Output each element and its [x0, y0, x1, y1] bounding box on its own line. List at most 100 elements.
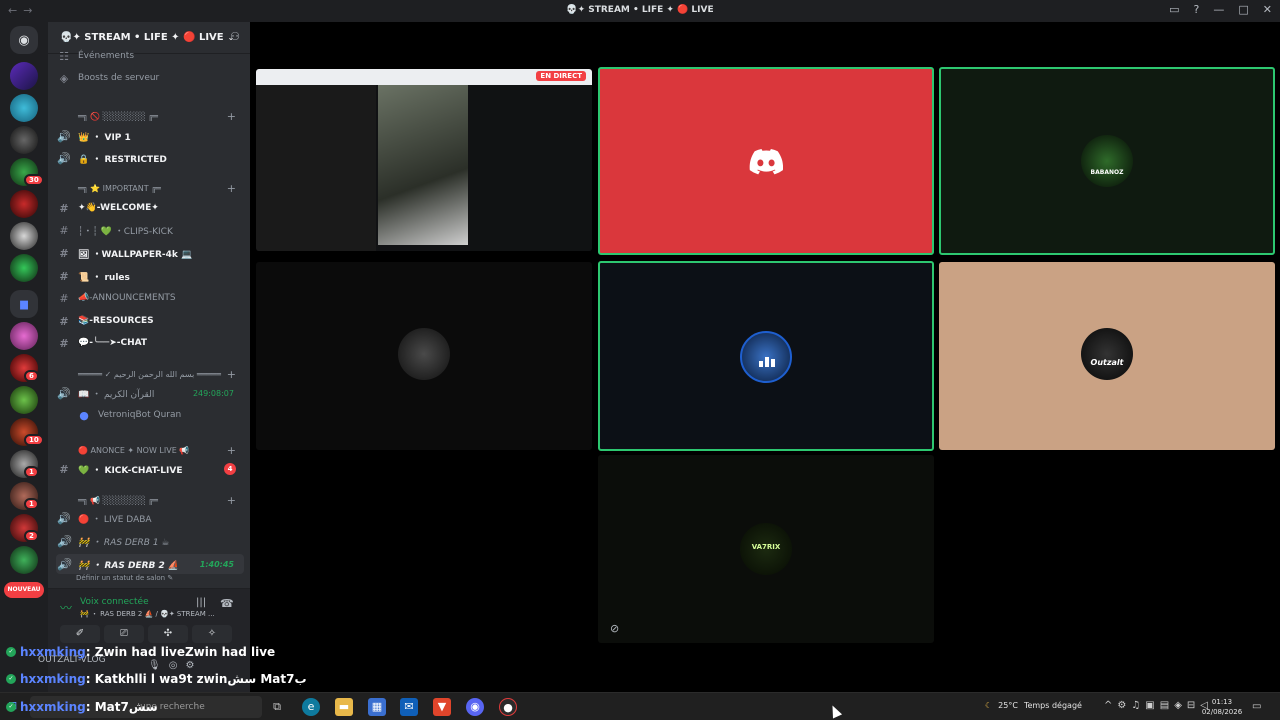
text-channel[interactable]: ▶#✦👋-WELCOME✦ [56, 198, 244, 218]
add-channel-icon[interactable]: + [227, 494, 236, 507]
voice-channel[interactable]: 🔊 🔒 ・ RESTRICTED [56, 148, 244, 168]
server-icon[interactable] [10, 386, 38, 414]
camera-button[interactable]: ✐ [60, 625, 100, 643]
category-header[interactable]: ═╗ 📢 ░░░░░░░ ╔═ + [56, 490, 244, 510]
add-channel-icon[interactable]: + [227, 444, 236, 457]
task-view-icon[interactable]: ⧉ [268, 698, 286, 716]
text-channel[interactable]: ▶#💚 ・ KICK-CHAT-LIVE4 [56, 459, 244, 479]
help-icon[interactable]: ? [1194, 3, 1200, 16]
file-explorer-icon[interactable]: ▬ [335, 698, 353, 716]
channel-sidebar: 💀✦ STREAM • LIFE ✦ 🔴 LIVE ⌄ ⚇ ☷ Événement… [38, 22, 250, 692]
voice-member[interactable]: ● VetroniqBot Quran [76, 405, 264, 425]
avatar: VA7RIX [740, 523, 792, 575]
nav-boosts[interactable]: ◈ Boosts de serveur [56, 68, 244, 88]
folder-icon[interactable]: ▆ [10, 290, 38, 318]
server-icon[interactable] [10, 322, 38, 350]
set-channel-status[interactable]: Définir un statut de salon ✎ [76, 568, 264, 588]
store-icon[interactable]: ▦ [368, 698, 386, 716]
server-name: 💀✦ STREAM • LIFE ✦ 🔴 LIVE [60, 32, 224, 43]
channel-label: 🖼 ・WALLPAPER-4k 💻 [78, 249, 193, 260]
text-channel[interactable]: ▶#💬-╰──➤-CHAT [56, 333, 244, 353]
signal-icon[interactable]: 〰 [60, 599, 72, 616]
voice-channel[interactable]: 🔊 🚧 ・ RAS DERB 1 ☕ [56, 531, 244, 551]
title-bar: ←→ 💀✦ STREAM • LIFE ✦ 🔴 LIVE ▭ ? — □ ✕ [0, 0, 1280, 22]
server-icon[interactable] [10, 94, 38, 122]
participant-tile[interactable] [598, 261, 934, 451]
chat-text: : Mat7سش [85, 700, 158, 714]
text-channel[interactable]: ▶#🖼 ・WALLPAPER-4k 💻 [56, 243, 244, 263]
add-channel-icon[interactable]: + [227, 182, 236, 195]
speaker-icon: 🔊 [57, 386, 71, 400]
category-header[interactable]: ═════ ✓ بسم الله الرحمن الرحيم ═════ + [56, 364, 244, 384]
category-header[interactable]: ═╗ 🚫 ░░░░░░░ ╔═ + [56, 106, 244, 126]
voice-channel[interactable]: 🔊 📖 ・ القرآن الكريم 249:08:07 [56, 383, 244, 403]
clock[interactable]: 01:13 02/08/2026 [1200, 697, 1244, 717]
participant-tile[interactable]: Outzalt [939, 262, 1275, 450]
notification-icon[interactable]: ▭ [1252, 701, 1261, 712]
server-icon[interactable] [10, 222, 38, 250]
channel-label: 🔴 ・ LIVE DABA [78, 514, 152, 525]
chat-message: ✓ hxxmking: Katkhlli l wa9t zwinسش Mat7ب [0, 669, 307, 689]
server-icon[interactable] [10, 254, 38, 282]
channel-label: 📣-ANNOUNCEMENTS [78, 293, 176, 303]
nav-events[interactable]: ☷ Événements [56, 46, 244, 66]
hide-non-video-icon[interactable]: ⊘ [610, 622, 619, 635]
server-icon[interactable] [10, 546, 38, 574]
text-channel[interactable]: ▶#┆・┆ 💚 ・CLIPS-KICK [56, 220, 244, 240]
calendar-icon: ☷ [59, 49, 69, 63]
voice-channel[interactable]: 🔊 👑 ・ VIP 1 [56, 126, 244, 146]
participant-tile[interactable]: VA7RIX [598, 455, 934, 643]
text-channel[interactable]: ▶#📜 ・ rules [56, 266, 244, 286]
system-tray[interactable]: ^⚙♫▣▤◈⊟◁ [1104, 700, 1213, 711]
obs-icon[interactable]: ● [499, 698, 517, 716]
direct-messages-icon[interactable]: ◉ [10, 26, 38, 54]
channel-label: 📖 ・ القرآن الكريم [78, 389, 155, 400]
minimize-button[interactable]: — [1213, 3, 1224, 16]
window-controls: ▭ ? — □ ✕ [1169, 3, 1272, 16]
activities-button[interactable]: ✣ [148, 625, 188, 643]
participant-tile[interactable]: BABANOZ [939, 67, 1275, 255]
brave-icon[interactable]: ▼ [433, 698, 451, 716]
edge-icon[interactable]: e [302, 698, 320, 716]
row-label: Événements [78, 51, 135, 61]
server-icon[interactable] [10, 190, 38, 218]
discord-taskbar-icon[interactable]: ◉ [466, 698, 484, 716]
text-channel[interactable]: # 📣-ANNOUNCEMENTS [56, 288, 244, 308]
boost-icon: ◈ [59, 71, 69, 85]
channel-label: 🚧 ・ RAS DERB 1 ☕ [78, 537, 170, 548]
new-badge[interactable]: NOUVEAU [4, 582, 44, 598]
add-channel-icon[interactable]: + [227, 110, 236, 123]
category-header[interactable]: 🔴 ANONCE ✦ NOW LIVE 📢 + [56, 440, 244, 460]
hash-icon: # [59, 314, 69, 328]
server-icon[interactable] [10, 62, 38, 90]
add-channel-icon[interactable]: + [227, 368, 236, 381]
weather-widget[interactable]: ☾ 25°C Temps dégagé [985, 701, 1082, 710]
soundboard-button[interactable]: ✧ [192, 625, 232, 643]
disconnect-icon[interactable]: ☎ [220, 597, 234, 610]
category-header[interactable]: ═╗ ⭐ IMPORTANT ╔═ + [56, 178, 244, 198]
text-channel[interactable]: ▶#📚-RESOURCES [56, 311, 244, 331]
participant-tile[interactable] [256, 262, 592, 450]
screen-share-tile[interactable]: EN DIRECT [256, 69, 592, 251]
screen-share-button[interactable]: ⎚ [104, 625, 144, 643]
voice-status[interactable]: Voix connectée [80, 597, 149, 607]
close-button[interactable]: ✕ [1263, 3, 1272, 16]
inbox-icon[interactable]: ▭ [1169, 3, 1179, 16]
maximize-button[interactable]: □ [1238, 3, 1248, 16]
add-friend-icon[interactable]: ⚇ [230, 30, 240, 43]
channel-label: ✦👋-WELCOME✦ [78, 203, 159, 213]
avatar-label: VA7RIX [751, 543, 781, 551]
voice-channel[interactable]: 🔊 🔴 ・ LIVE DABA [56, 508, 244, 528]
channel-label: 💚 ・ KICK-CHAT-LIVE [78, 465, 183, 476]
mail-icon[interactable]: ✉ [400, 698, 418, 716]
check-icon: ✓ [6, 647, 16, 657]
check-icon: ✓ [6, 674, 16, 684]
avatar: Outzalt [1081, 328, 1133, 380]
shared-video [378, 85, 468, 245]
participant-tile[interactable] [598, 67, 934, 255]
noise-suppression-icon[interactable]: ||| [196, 597, 206, 608]
hash-icon: # [59, 462, 69, 476]
avatar [740, 331, 792, 383]
weather-temp: 25°C [998, 701, 1018, 710]
server-icon[interactable] [10, 126, 38, 154]
